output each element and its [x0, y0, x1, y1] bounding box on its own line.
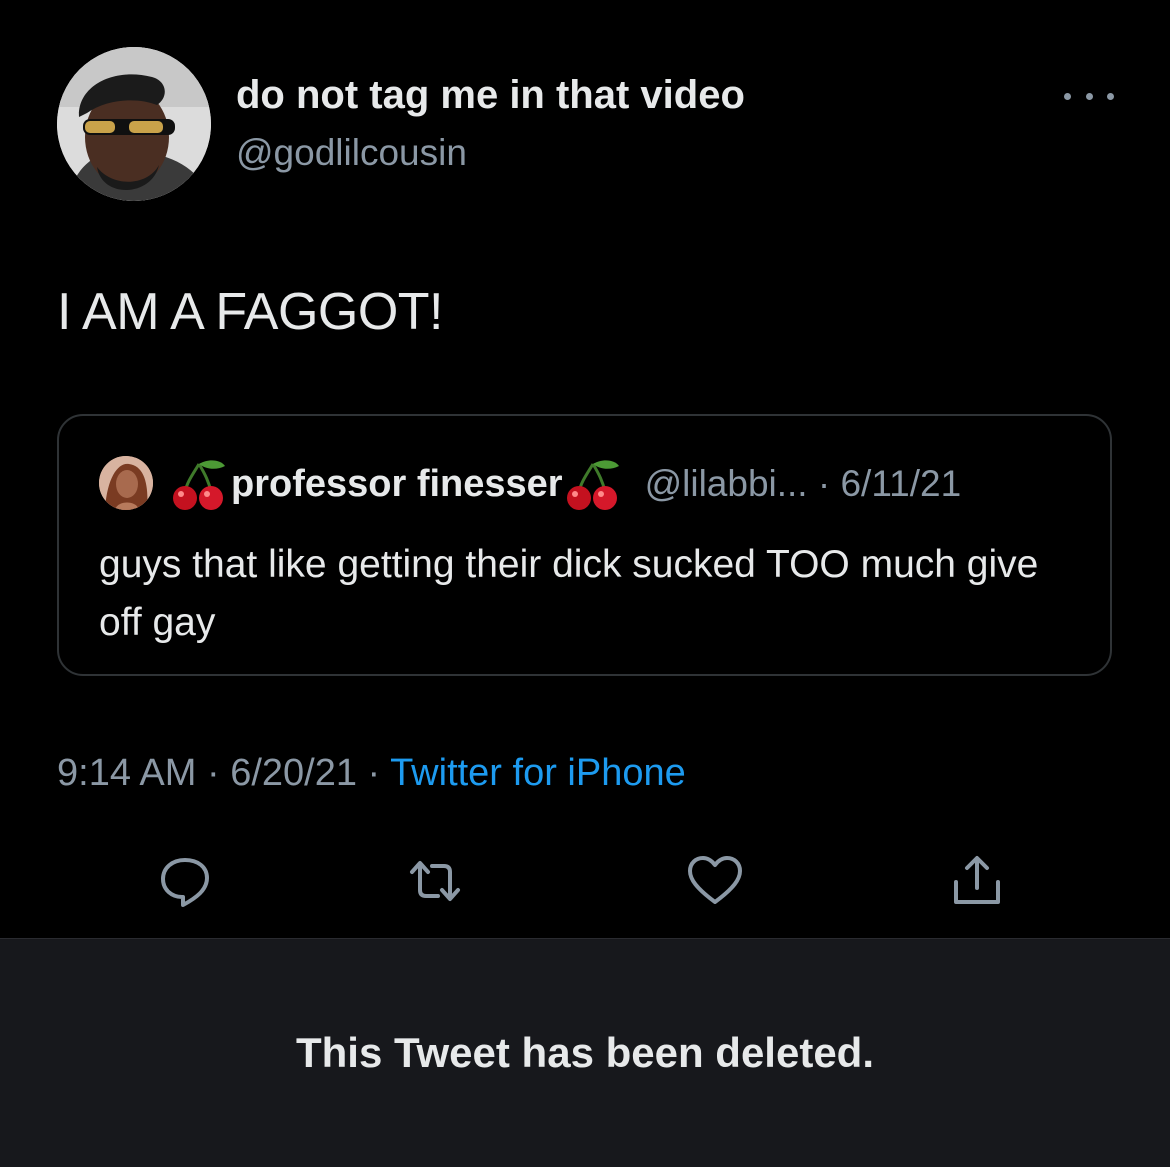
source-link[interactable]: Twitter for iPhone: [390, 752, 686, 794]
author-display-name[interactable]: do not tag me in that video: [236, 73, 745, 118]
share-icon[interactable]: [948, 852, 1006, 910]
timestamp-text: 9:14 AM · 6/20/21 ·: [57, 752, 391, 794]
quoted-header: professor finesser @lilabbi... · 6/11/21: [169, 456, 961, 512]
reply-icon[interactable]: [156, 852, 214, 910]
quoted-author-avatar[interactable]: [99, 456, 153, 510]
deleted-notice-bar: This Tweet has been deleted.: [0, 938, 1170, 1167]
cherries-icon: [563, 456, 625, 512]
tweet-card: do not tag me in that video @godlilcousi…: [0, 0, 1170, 938]
deleted-notice-text: This Tweet has been deleted.: [295, 1029, 875, 1076]
author-avatar[interactable]: [57, 47, 211, 201]
more-icon[interactable]: [1064, 84, 1114, 108]
author-handle[interactable]: @godlilcousin: [236, 132, 467, 174]
tweet-text: I AM A FAGGOT!: [57, 283, 444, 341]
quoted-author-name[interactable]: professor finesser: [231, 463, 563, 506]
quoted-handle-date: @lilabbi... · 6/11/21: [644, 463, 962, 504]
quoted-tweet[interactable]: professor finesser @lilabbi... · 6/11/21…: [57, 414, 1112, 676]
retweet-icon[interactable]: [406, 852, 464, 910]
heart-icon[interactable]: [686, 852, 744, 910]
quoted-tweet-text: guys that like getting their dick sucked…: [99, 543, 1039, 644]
tweet-timestamp: 9:14 AM · 6/20/21 · Twitter for iPhone: [57, 752, 686, 795]
cherries-icon: [169, 456, 231, 512]
